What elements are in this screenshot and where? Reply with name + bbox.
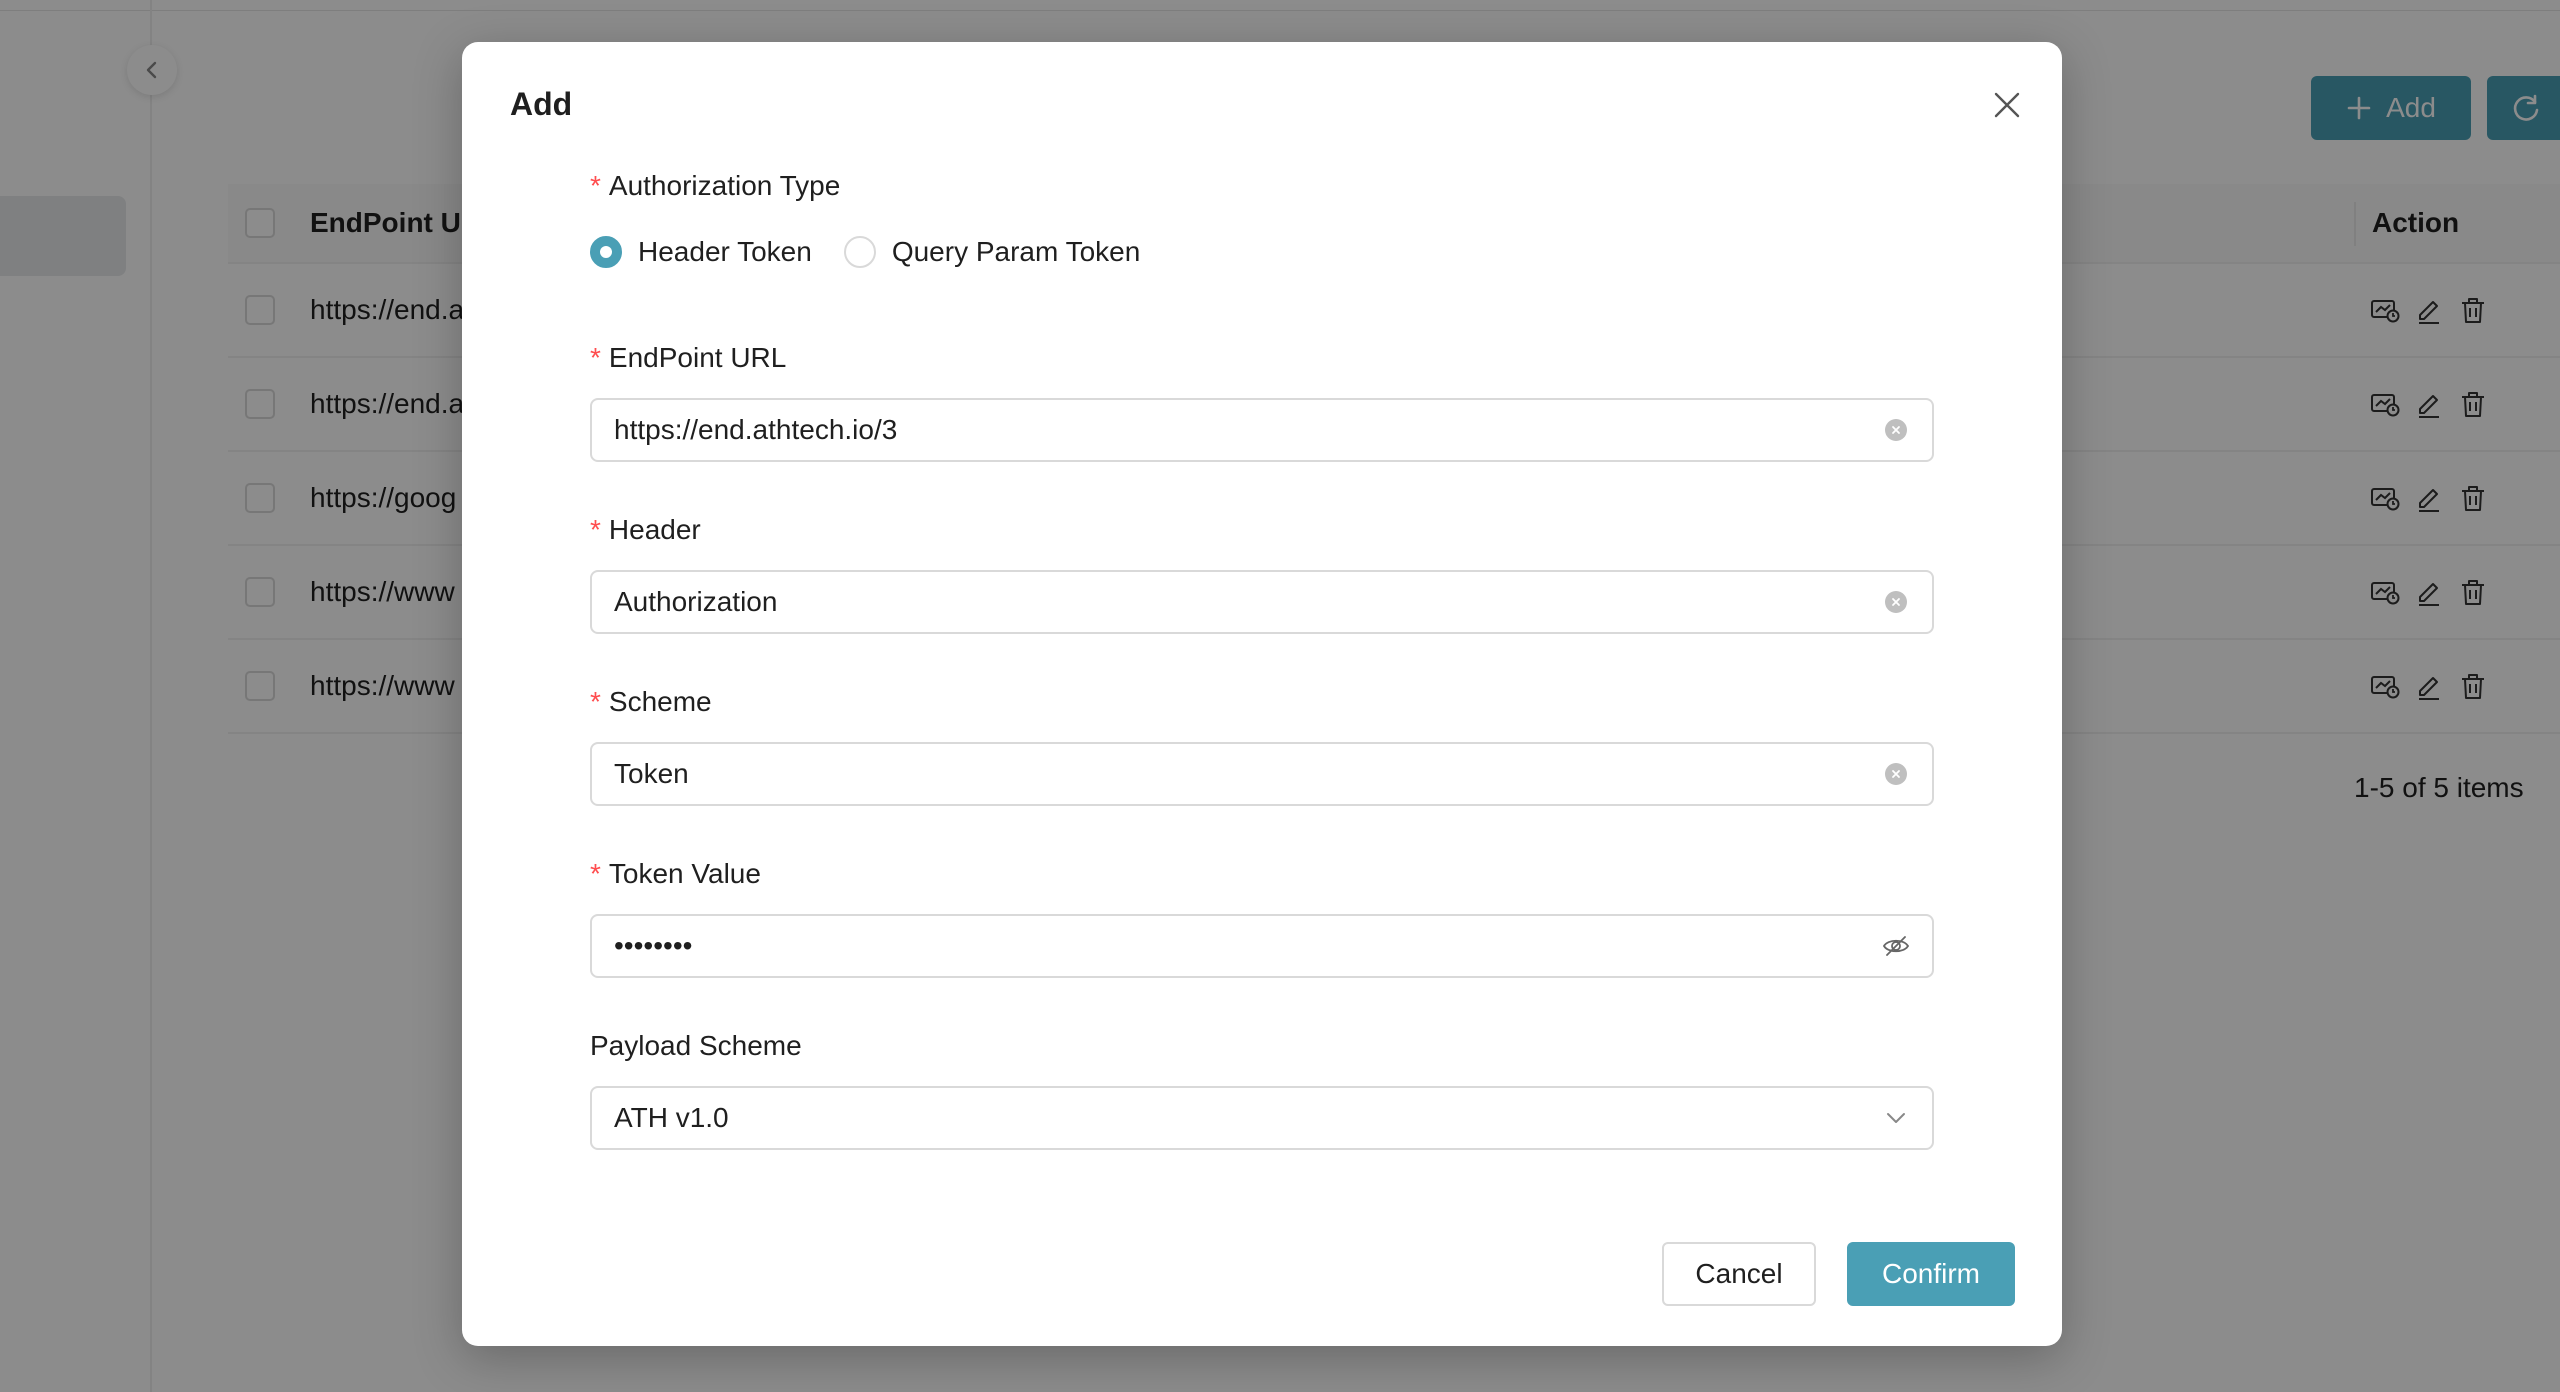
scheme-input[interactable]: [614, 758, 1882, 790]
authorization-type-radio-group: Header Token Query Param Token: [590, 236, 1172, 268]
chevron-down-icon: [1887, 1113, 1905, 1123]
token-value-input[interactable]: [614, 930, 1882, 962]
radio-query-param-token[interactable]: Query Param Token: [843, 236, 1141, 268]
endpoint-url-input[interactable]: [614, 414, 1882, 446]
close-icon: [1994, 92, 2020, 118]
clear-button[interactable]: [1882, 416, 1910, 444]
scheme-label: * Scheme: [590, 686, 712, 717]
close-button[interactable]: [1982, 80, 2032, 130]
add-endpoint-dialog: Add * Authorization Type Header Token Que…: [462, 42, 2062, 1346]
radio-header-token[interactable]: Header Token: [590, 236, 812, 268]
radio-header-token-label: Header Token: [638, 236, 812, 267]
clear-icon: [1885, 419, 1907, 441]
radio-query-param-token-label: Query Param Token: [891, 236, 1141, 267]
eye-invisible-icon: [1882, 936, 1910, 956]
toggle-visibility-button[interactable]: [1882, 932, 1910, 960]
header-input[interactable]: [614, 586, 1882, 618]
cancel-button[interactable]: Cancel: [1662, 1242, 1816, 1306]
clear-icon: [1885, 763, 1907, 785]
header-label: * Header: [590, 514, 701, 545]
scheme-field[interactable]: [590, 742, 1934, 806]
clear-icon: [1885, 591, 1907, 613]
radio-query-param-token-dot[interactable]: [843, 236, 876, 268]
dropdown-toggle[interactable]: [1882, 1104, 1910, 1132]
token-value-field[interactable]: [590, 914, 1934, 978]
endpoint-url-field[interactable]: [590, 398, 1934, 462]
required-mark: *: [590, 342, 601, 373]
radio-header-token-dot[interactable]: [590, 236, 622, 268]
required-mark: *: [590, 686, 601, 717]
dialog-title: Add: [510, 86, 573, 122]
token-value-label: * Token Value: [590, 858, 761, 889]
payload-scheme-select[interactable]: ATH v1.0: [590, 1086, 1934, 1150]
authorization-type-label: * Authorization Type: [590, 170, 841, 201]
endpoint-url-label: * EndPoint URL: [590, 342, 787, 373]
payload-scheme-label: Payload Scheme: [590, 1030, 802, 1061]
confirm-button[interactable]: Confirm: [1847, 1242, 2015, 1306]
payload-scheme-value: ATH v1.0: [614, 1102, 729, 1133]
required-mark: *: [590, 858, 601, 889]
required-mark: *: [590, 170, 601, 201]
clear-button[interactable]: [1882, 760, 1910, 788]
clear-button[interactable]: [1882, 588, 1910, 616]
required-mark: *: [590, 514, 601, 545]
header-field[interactable]: [590, 570, 1934, 634]
